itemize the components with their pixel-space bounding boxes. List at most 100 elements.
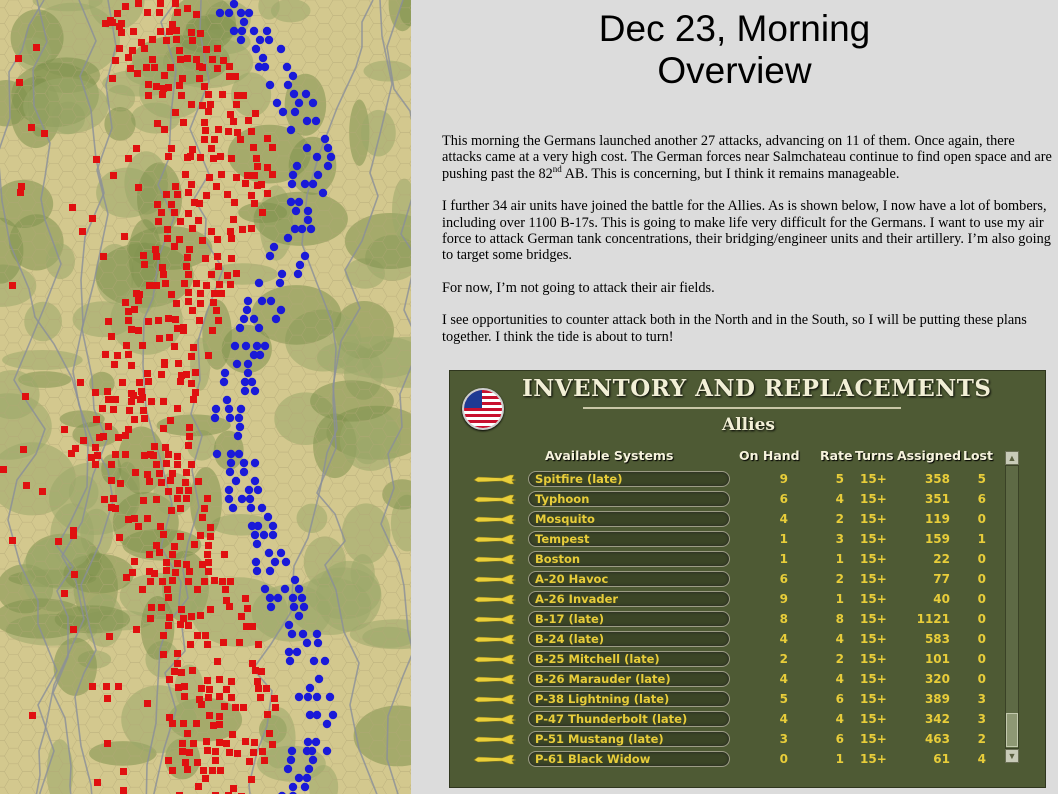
german-unit-marker[interactable] (70, 626, 77, 633)
allied-unit-marker[interactable] (303, 692, 313, 702)
german-unit-marker[interactable] (167, 64, 174, 71)
german-unit-marker[interactable] (165, 622, 172, 629)
german-unit-marker[interactable] (180, 615, 187, 622)
allied-unit-marker[interactable] (243, 359, 253, 369)
german-unit-marker[interactable] (214, 236, 221, 243)
allied-unit-marker[interactable] (270, 557, 280, 567)
german-unit-marker[interactable] (186, 568, 193, 575)
german-unit-marker[interactable] (104, 695, 111, 702)
german-unit-marker[interactable] (228, 694, 235, 701)
german-unit-marker[interactable] (144, 370, 151, 377)
allied-unit-marker[interactable] (323, 143, 333, 153)
german-unit-marker[interactable] (202, 632, 209, 639)
german-unit-marker[interactable] (119, 379, 126, 386)
allied-unit-marker[interactable] (228, 503, 238, 513)
german-unit-marker[interactable] (246, 758, 253, 765)
german-unit-marker[interactable] (164, 235, 171, 242)
german-unit-marker[interactable] (133, 145, 140, 152)
german-unit-marker[interactable] (199, 561, 206, 568)
table-row[interactable]: P-47 Thunderbolt (late) 4 4 15+ 342 3 (450, 710, 1010, 730)
german-unit-marker[interactable] (251, 739, 258, 746)
german-unit-marker[interactable] (123, 342, 130, 349)
german-unit-marker[interactable] (204, 677, 211, 684)
german-unit-marker[interactable] (174, 405, 181, 412)
german-unit-marker[interactable] (175, 360, 182, 367)
german-unit-marker[interactable] (122, 451, 129, 458)
german-unit-marker[interactable] (28, 124, 35, 131)
german-unit-marker[interactable] (177, 533, 184, 540)
german-unit-marker[interactable] (207, 101, 214, 108)
german-unit-marker[interactable] (185, 210, 192, 217)
german-unit-marker[interactable] (178, 92, 185, 99)
german-unit-marker[interactable] (139, 586, 146, 593)
german-unit-marker[interactable] (202, 775, 209, 782)
german-unit-marker[interactable] (55, 538, 62, 545)
german-unit-marker[interactable] (182, 171, 189, 178)
german-unit-marker[interactable] (165, 315, 172, 322)
german-unit-marker[interactable] (106, 633, 113, 640)
german-unit-marker[interactable] (201, 578, 208, 585)
allied-unit-marker[interactable] (264, 548, 274, 558)
german-unit-marker[interactable] (197, 290, 204, 297)
german-unit-marker[interactable] (141, 261, 148, 268)
german-unit-marker[interactable] (189, 667, 196, 674)
german-unit-marker[interactable] (215, 126, 222, 133)
german-unit-marker[interactable] (68, 450, 75, 457)
allied-unit-marker[interactable] (234, 413, 244, 423)
german-unit-marker[interactable] (156, 9, 163, 16)
german-unit-marker[interactable] (205, 542, 212, 549)
allied-unit-marker[interactable] (285, 656, 295, 666)
german-unit-marker[interactable] (169, 720, 176, 727)
german-unit-marker[interactable] (156, 335, 163, 342)
system-name-button[interactable]: P-61 Black Widow (528, 751, 730, 767)
german-unit-marker[interactable] (195, 478, 202, 485)
german-unit-marker[interactable] (92, 389, 99, 396)
allied-unit-marker[interactable] (305, 683, 315, 693)
german-unit-marker[interactable] (125, 308, 132, 315)
allied-unit-marker[interactable] (234, 449, 244, 459)
table-row[interactable]: P-38 Lightning (late) 5 6 15+ 389 3 (450, 690, 1010, 710)
german-unit-marker[interactable] (17, 189, 24, 196)
german-unit-marker[interactable] (117, 480, 124, 487)
allied-unit-marker[interactable] (311, 116, 321, 126)
german-unit-marker[interactable] (198, 685, 205, 692)
german-unit-marker[interactable] (240, 704, 247, 711)
german-unit-marker[interactable] (122, 299, 129, 306)
german-unit-marker[interactable] (223, 597, 230, 604)
german-unit-marker[interactable] (103, 683, 110, 690)
allied-unit-marker[interactable] (322, 719, 332, 729)
german-unit-marker[interactable] (112, 396, 119, 403)
german-unit-marker[interactable] (192, 389, 199, 396)
system-name-button[interactable]: A-20 Havoc (528, 571, 730, 587)
german-unit-marker[interactable] (215, 263, 222, 270)
german-unit-marker[interactable] (183, 495, 190, 502)
german-unit-marker[interactable] (226, 603, 233, 610)
german-unit-marker[interactable] (230, 216, 237, 223)
german-unit-marker[interactable] (174, 495, 181, 502)
allied-unit-marker[interactable] (212, 449, 222, 459)
german-unit-marker[interactable] (187, 641, 194, 648)
german-unit-marker[interactable] (165, 451, 172, 458)
german-unit-marker[interactable] (194, 586, 201, 593)
allied-unit-marker[interactable] (226, 458, 236, 468)
german-unit-marker[interactable] (144, 471, 151, 478)
allied-unit-marker[interactable] (289, 89, 299, 99)
german-unit-marker[interactable] (250, 144, 257, 151)
german-unit-marker[interactable] (168, 145, 175, 152)
allied-unit-marker[interactable] (311, 737, 321, 747)
german-unit-marker[interactable] (231, 199, 238, 206)
german-unit-marker[interactable] (228, 255, 235, 262)
german-unit-marker[interactable] (227, 228, 234, 235)
german-unit-marker[interactable] (160, 271, 167, 278)
german-unit-marker[interactable] (80, 437, 87, 444)
german-unit-marker[interactable] (255, 685, 262, 692)
german-unit-marker[interactable] (269, 144, 276, 151)
german-unit-marker[interactable] (189, 307, 196, 314)
german-unit-marker[interactable] (264, 164, 271, 171)
german-unit-marker[interactable] (112, 451, 119, 458)
german-unit-marker[interactable] (211, 290, 218, 297)
german-unit-marker[interactable] (128, 326, 135, 333)
german-unit-marker[interactable] (70, 527, 77, 534)
german-unit-marker[interactable] (183, 561, 190, 568)
german-unit-marker[interactable] (100, 253, 107, 260)
